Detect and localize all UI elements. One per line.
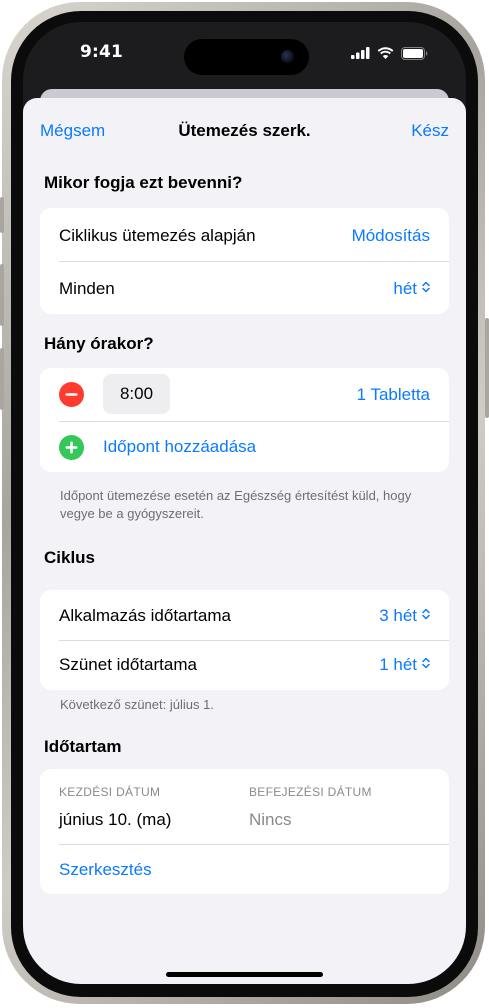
row-divider [59, 261, 449, 262]
times-footnote: Időpont ütemezése esetén az Egészség ért… [60, 488, 412, 521]
duration-label: Alkalmazás időtartama [59, 606, 231, 625]
section-title-when: Mikor fogja ezt bevenni? [44, 173, 243, 192]
wifi-icon [377, 47, 394, 59]
plus-icon [65, 441, 78, 454]
time-picker[interactable]: 8:00 [103, 374, 170, 414]
screen: 9:41 Mégsem Ütemezés szerk. Kész Mikor f… [23, 22, 466, 984]
edit-schedule-sheet: Mégsem Ütemezés szerk. Kész Mikor fogja … [23, 98, 466, 984]
chevron-up-down-icon [422, 608, 430, 620]
dose-picker[interactable]: 1 Tabletta [357, 385, 430, 405]
end-date-value: Nincs [249, 810, 292, 829]
volume-down-button [0, 348, 4, 410]
add-time-button[interactable]: Időpont hozzáadása [103, 437, 256, 457]
status-icons [351, 46, 428, 60]
break-label: Szünet időtartama [59, 655, 197, 674]
side-button [485, 318, 489, 418]
edit-dates-button[interactable]: Szerkesztés [59, 860, 152, 880]
row-divider [59, 844, 449, 845]
start-date-value: június 10. (ma) [59, 810, 172, 829]
section-title-cycle: Ciklus [44, 548, 96, 567]
when-card: Ciklikus ütemezés alapján Módosítás Mind… [40, 208, 449, 314]
duration-card: KEZDÉSI DÁTUM június 10. (ma) BEFEJEZÉSI… [40, 769, 449, 894]
row-divider [59, 421, 449, 422]
minus-icon [65, 393, 78, 396]
every-frequency-picker[interactable]: hét [393, 279, 430, 299]
times-card: 8:00 1 Tabletta Időpont hozzáadása [40, 368, 449, 472]
section-title-duration: Időtartam [44, 737, 122, 756]
end-date-header: BEFEJEZÉSI DÁTUM [249, 785, 372, 799]
status-time: 9:41 [80, 42, 124, 62]
cycle-card: Alkalmazás időtartama 3 hét Szünet időta… [40, 590, 449, 690]
cycle-footnote: Következő szünet: július 1. [60, 697, 214, 712]
chevron-up-down-icon [422, 657, 430, 669]
every-frequency-value: hét [393, 279, 417, 298]
front-camera-icon [281, 50, 294, 63]
volume-up-button [0, 264, 4, 326]
battery-icon [401, 46, 428, 60]
break-value: 1 hét [379, 655, 417, 674]
chevron-up-down-icon [422, 281, 430, 293]
status-bar: 9:41 [23, 22, 466, 82]
done-button[interactable]: Kész [411, 121, 449, 141]
home-indicator[interactable] [166, 972, 323, 977]
action-button [0, 197, 4, 233]
section-title-times: Hány órakor? [44, 334, 154, 353]
break-picker[interactable]: 1 hét [379, 655, 430, 675]
cellular-signal-icon [351, 47, 370, 59]
every-label: Minden [59, 279, 115, 298]
page-title: Ütemezés szerk. [178, 121, 311, 140]
start-date-header: KEZDÉSI DÁTUM [59, 785, 161, 799]
remove-time-button[interactable] [59, 382, 84, 407]
dynamic-island [184, 39, 309, 75]
row-divider [59, 640, 449, 641]
duration-value: 3 hét [379, 606, 417, 625]
cyclic-schedule-label: Ciklikus ütemezés alapján [59, 226, 256, 245]
modify-button[interactable]: Módosítás [352, 226, 430, 246]
duration-picker[interactable]: 3 hét [379, 606, 430, 626]
add-time-icon[interactable] [59, 435, 84, 460]
